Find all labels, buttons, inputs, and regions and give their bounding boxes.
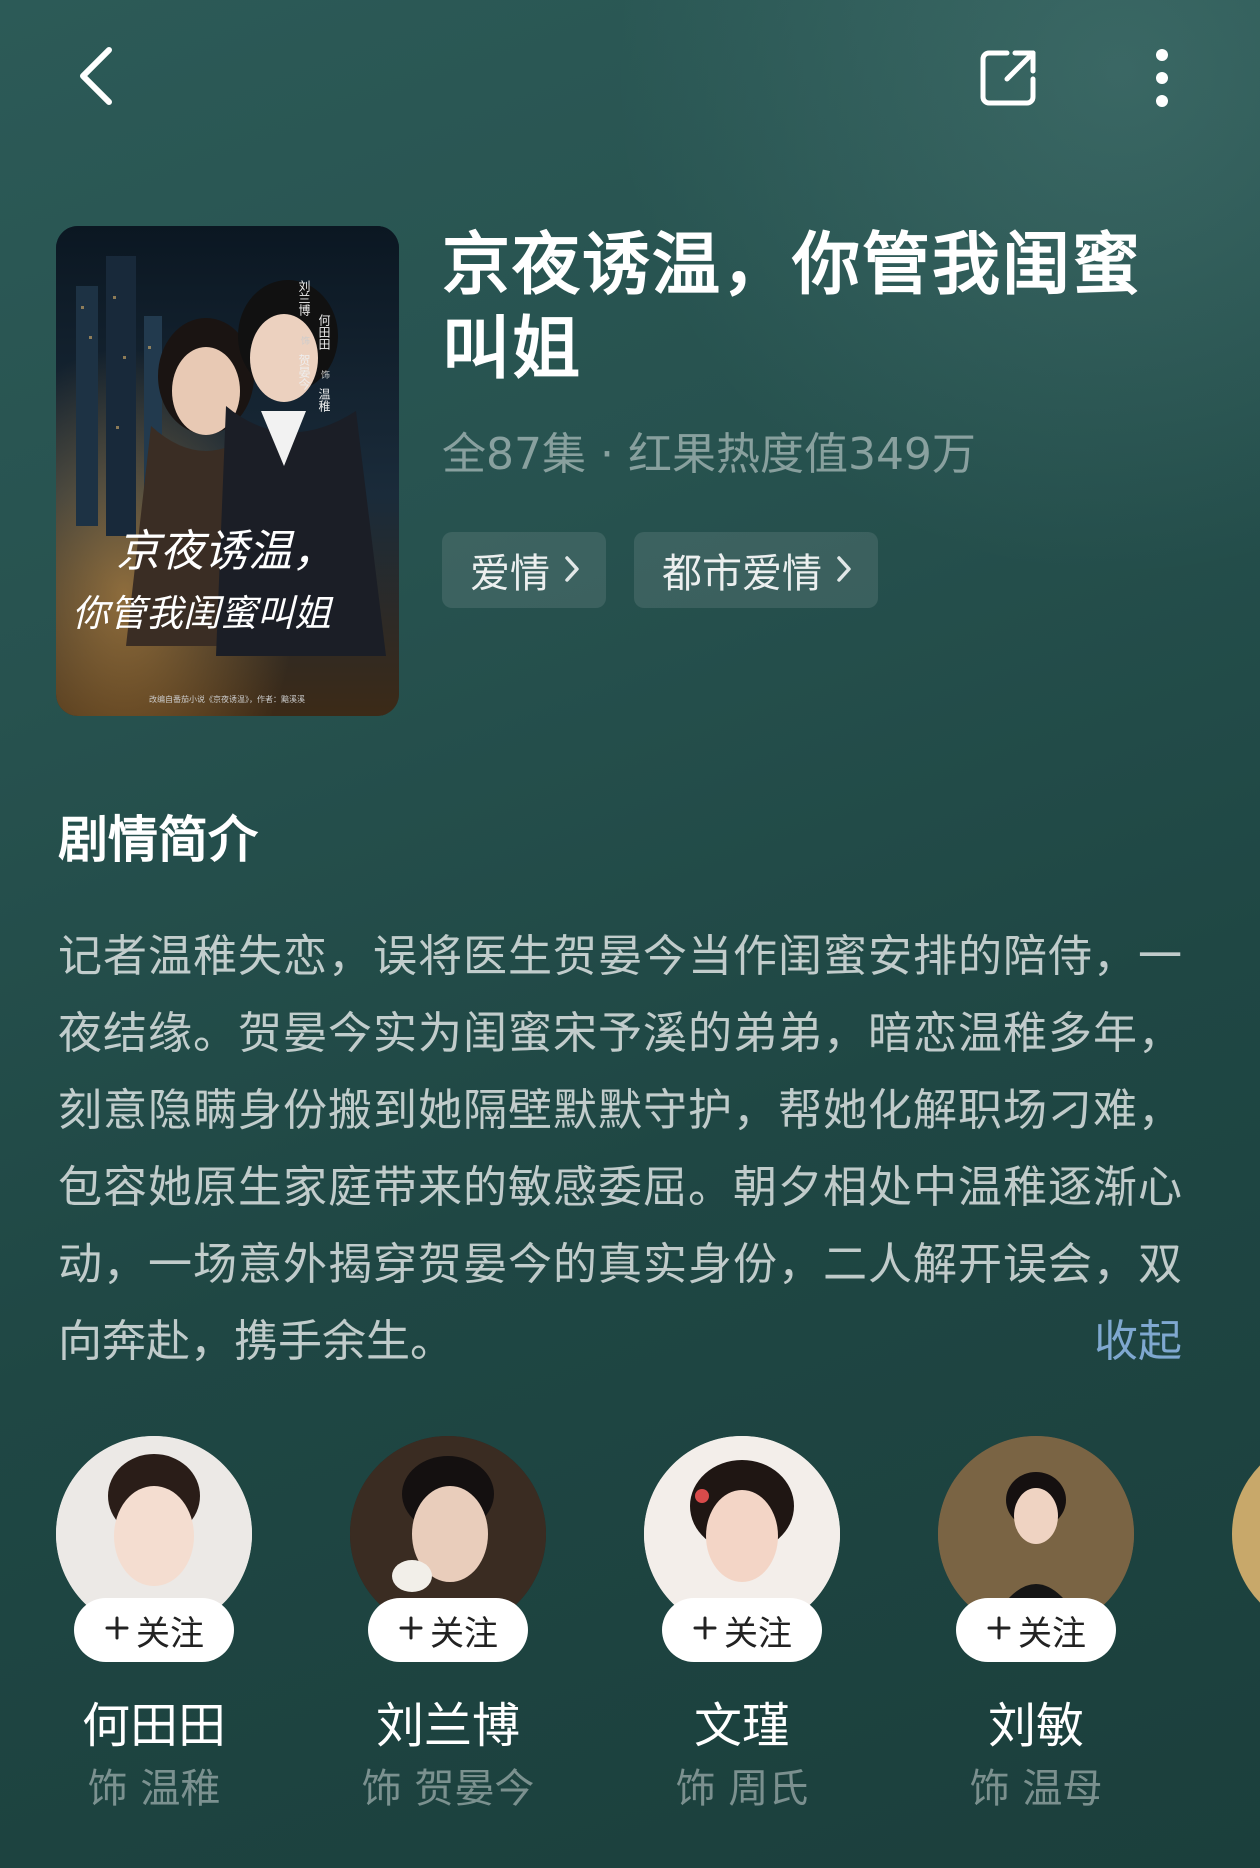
poster-image[interactable]: 刘兰博 饰 贺晏今 何田田 饰 温稚 京夜诱温， 你管我闺蜜叫姐 改编自番茄小说…	[56, 226, 399, 716]
actor-name: 何田田	[81, 1698, 226, 1754]
follow-label: 关注	[724, 1613, 792, 1654]
tag-label: 爱情	[470, 551, 550, 597]
show-meta: 全87集 · 红果热度值349万	[442, 429, 976, 480]
collapse-link[interactable]: 收起	[1094, 1303, 1182, 1380]
follow-label: 关注	[1018, 1613, 1086, 1654]
actor-name: 文瑾	[693, 1698, 790, 1754]
cast-list[interactable]: 关注 何田田 饰 温稚 关注 刘兰博 饰 贺晏今 关注 文瑾 饰 周氏 关注 刘…	[0, 1436, 1260, 1816]
chevron-right-icon	[564, 547, 580, 593]
follow-label: 关注	[136, 1613, 204, 1654]
follow-button[interactable]: 关注	[74, 1598, 234, 1662]
tag-label: 都市爱情	[662, 551, 822, 597]
plus-icon	[692, 1610, 718, 1650]
poster-credit-a-role-name: 贺晏今	[297, 354, 311, 390]
poster-credit-b: 何田田	[317, 314, 331, 350]
poster-credit-a: 刘兰博	[297, 280, 311, 316]
more-vertical-icon	[1154, 47, 1170, 113]
back-button[interactable]	[60, 38, 130, 118]
plus-icon	[104, 1610, 130, 1650]
actor-name: 刘兰博	[375, 1698, 520, 1754]
tag-urban-romance[interactable]: 都市爱情	[634, 532, 878, 608]
follow-button[interactable]: 关注	[956, 1598, 1116, 1662]
follow-button[interactable]: 关注	[662, 1598, 822, 1662]
poster-artwork: 刘兰博 饰 贺晏今 何田田 饰 温稚 京夜诱温， 你管我闺蜜叫姐 改编自番茄小说…	[56, 226, 399, 716]
genre-tags: 爱情 都市爱情	[442, 532, 878, 608]
actor-role: 饰 温母	[969, 1766, 1103, 1812]
actor-role: 饰 贺晏今	[361, 1766, 535, 1812]
top-bar	[0, 0, 1260, 160]
chevron-left-icon	[75, 44, 115, 112]
poster-title-line2: 你管我闺蜜叫姐	[72, 592, 334, 635]
follow-label: 关注	[430, 1613, 498, 1654]
plus-icon	[398, 1610, 424, 1650]
poster-credit-b-role: 饰	[319, 369, 330, 380]
more-button[interactable]	[1132, 40, 1192, 120]
show-title: 京夜诱温，你管我闺蜜叫姐	[442, 226, 1143, 389]
actor-role: 饰 周氏	[675, 1766, 809, 1812]
poster-credit-b-role-name: 温稚	[317, 388, 331, 412]
synopsis-text-block: 记者温稚失恋，误将医生贺晏今当作闺蜜安排的陪侍，一夜结缘。贺晏今实为闺蜜宋予溪的…	[58, 918, 1182, 1380]
poster-credit-a-role: 饰	[299, 335, 310, 346]
share-button[interactable]	[968, 40, 1048, 120]
avatar[interactable]	[1232, 1436, 1260, 1632]
synopsis-text: 记者温稚失恋，误将医生贺晏今当作闺蜜安排的陪侍，一夜结缘。贺晏今实为闺蜜宋予溪的…	[58, 931, 1182, 1367]
poster-title-line1: 京夜诱温，	[116, 526, 336, 577]
actor-role: 饰	[1200, 1756, 1260, 1814]
share-icon	[977, 47, 1039, 113]
actor-role: 饰 温稚	[87, 1766, 221, 1812]
poster-footer: 改编自番茄小说《京夜诱温》，作者：黯溪溪	[149, 694, 305, 704]
synopsis-heading: 剧情简介	[58, 811, 258, 869]
actor-name: 刘敏	[987, 1698, 1084, 1754]
plus-icon	[986, 1610, 1012, 1650]
chevron-right-icon	[836, 547, 852, 593]
tag-romance[interactable]: 爱情	[442, 532, 606, 608]
follow-button[interactable]: 关注	[368, 1598, 528, 1662]
